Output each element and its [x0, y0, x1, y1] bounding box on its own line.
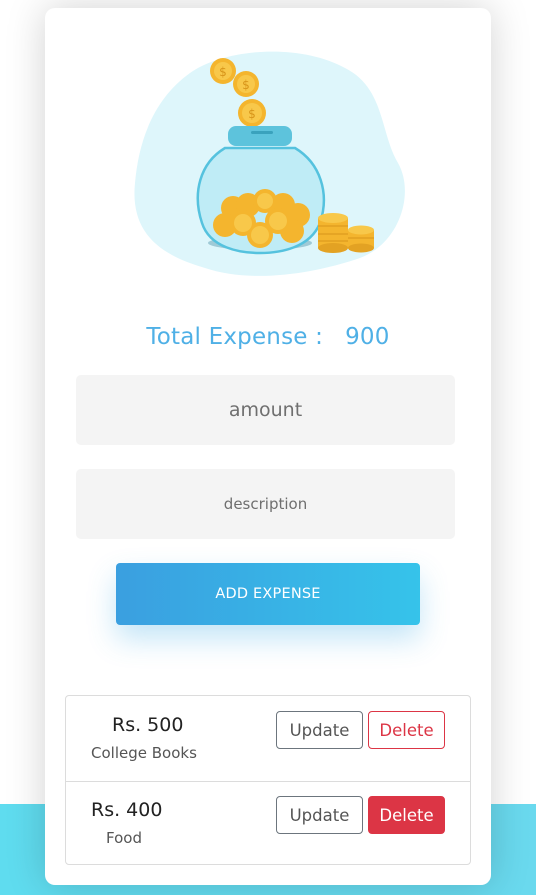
coin-jar-illustration: $ $ $ [134, 51, 405, 276]
svg-text:$: $ [248, 107, 256, 121]
expense-tracker-card: $ $ $ Total Expense: 900 amount descrip… [45, 8, 491, 885]
expense-list: Rs. 500 College Books Update Delete Rs. … [65, 695, 471, 865]
svg-text:$: $ [242, 78, 250, 92]
delete-button[interactable]: Delete [368, 711, 445, 749]
expense-description: College Books [91, 744, 197, 762]
list-item: Rs. 500 College Books Update Delete [66, 696, 470, 782]
description-input[interactable] [76, 469, 455, 539]
svg-text:$: $ [219, 65, 227, 79]
expense-amount: Rs. 400 [91, 799, 163, 821]
total-expense: Total Expense : 900 [45, 324, 491, 350]
delete-button[interactable]: Delete [368, 796, 445, 834]
total-expense-value: 900 [345, 324, 390, 350]
expense-description: Food [106, 829, 142, 847]
update-button[interactable]: Update [276, 711, 363, 749]
expense-amount: Rs. 500 [112, 714, 184, 736]
amount-input[interactable] [76, 375, 455, 445]
list-item: Rs. 400 Food Update Delete [66, 781, 470, 866]
update-button[interactable]: Update [276, 796, 363, 834]
total-expense-label: Total Expense : [146, 324, 324, 350]
add-expense-button[interactable]: ADD EXPENSE [116, 563, 420, 625]
